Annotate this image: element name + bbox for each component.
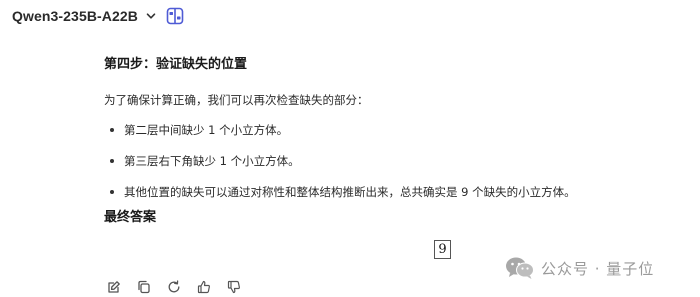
thumbs-up-icon[interactable] — [194, 279, 214, 295]
model-selector-label[interactable]: Qwen3-235B-A22B — [12, 8, 138, 24]
list-item-text: 第二层中间缺少 1 个小立方体。 — [124, 123, 289, 137]
edit-icon[interactable] — [104, 279, 124, 295]
bullet-dot — [110, 128, 114, 132]
compare-models-icon[interactable] — [166, 7, 184, 25]
bullet-dot — [110, 190, 114, 194]
message-actions — [104, 279, 244, 295]
regenerate-icon[interactable] — [164, 279, 184, 295]
message-paragraph: 为了确保计算正确，我们可以再次检查缺失的部分： — [104, 93, 369, 107]
final-answer-heading: 最终答案 — [104, 210, 157, 225]
chat-page: Qwen3-235B-A22B 第四步：验证缺失的位置 为了确保计算正确，我们可… — [0, 0, 700, 297]
bullet-list: 第二层中间缺少 1 个小立方体。 第三层右下角缺少 1 个小立方体。 其他位置的… — [104, 122, 576, 200]
list-item: 第三层右下角缺少 1 个小立方体。 — [104, 153, 576, 169]
step-heading: 第四步：验证缺失的位置 — [104, 57, 248, 72]
top-bar: Qwen3-235B-A22B — [12, 6, 184, 26]
assistant-message: 第四步：验证缺失的位置 为了确保计算正确，我们可以再次检查缺失的部分： 第二层中… — [104, 56, 664, 225]
chevron-down-icon[interactable] — [145, 10, 157, 22]
copy-icon[interactable] — [134, 279, 154, 295]
watermark: 公众号 · 量子位 — [505, 256, 654, 280]
wechat-logo-icon — [505, 256, 535, 280]
list-item: 第二层中间缺少 1 个小立方体。 — [104, 122, 576, 138]
list-item-text: 第三层右下角缺少 1 个小立方体。 — [124, 154, 300, 168]
bullet-dot — [110, 159, 114, 163]
thumbs-down-icon[interactable] — [224, 279, 244, 295]
watermark-text: 公众号 · 量子位 — [541, 259, 655, 278]
list-item: 其他位置的缺失可以通过对称性和整体结构推断出来，总共确实是 9 个缺失的小立方体… — [104, 184, 576, 200]
list-item-text: 其他位置的缺失可以通过对称性和整体结构推断出来，总共确实是 9 个缺失的小立方体… — [124, 185, 576, 199]
boxed-answer: 9 — [434, 240, 451, 259]
